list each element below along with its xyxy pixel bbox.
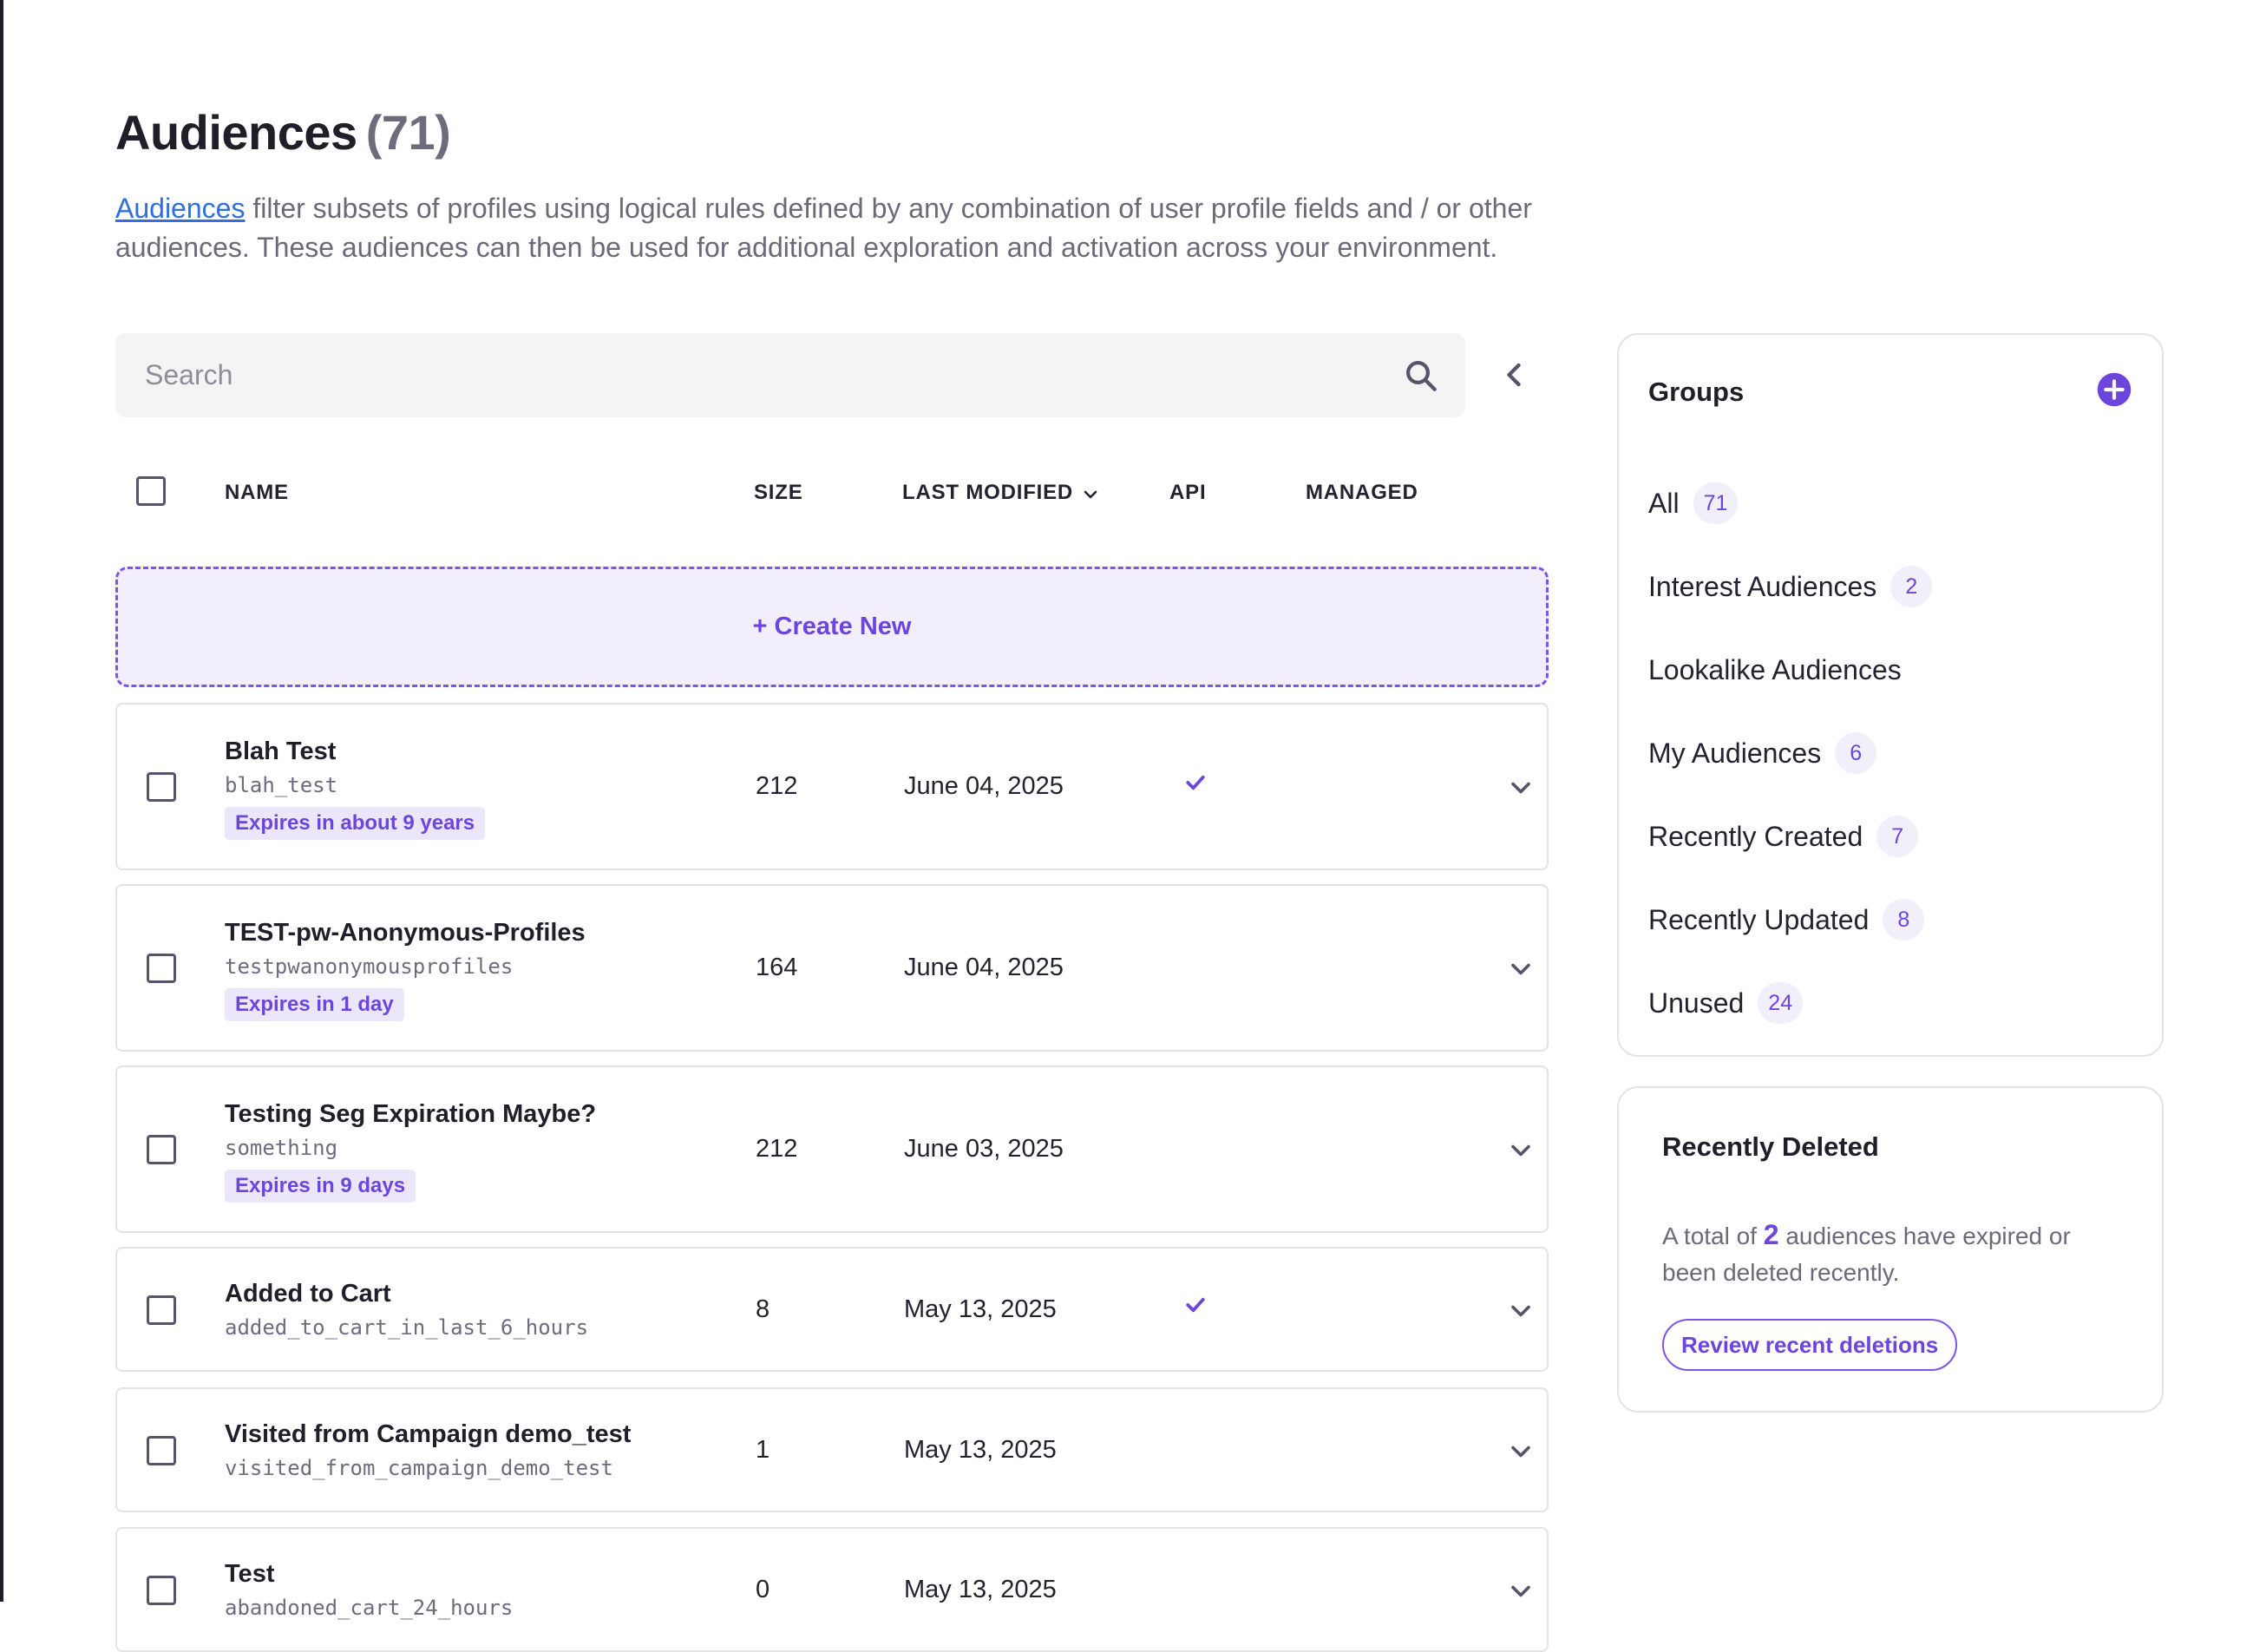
search-placeholder: Search xyxy=(145,359,233,390)
expand-chevron-down-icon[interactable] xyxy=(1505,1135,1536,1166)
expand-chevron-down-icon[interactable] xyxy=(1505,772,1536,803)
page-description: Audiences filter subsets of profiles usi… xyxy=(115,189,1590,267)
group-item-unused[interactable]: Unused 24 xyxy=(1648,982,1804,1024)
sort-chevron-down-icon[interactable] xyxy=(1080,484,1101,505)
column-managed[interactable]: MANAGED xyxy=(1306,481,1418,505)
expand-chevron-down-icon[interactable] xyxy=(1505,1436,1536,1467)
audience-size: 8 xyxy=(756,1295,770,1323)
table-header: NAME SIZE LAST MODIFIED API MANAGED xyxy=(115,469,1549,517)
review-recent-deletions-button[interactable]: Review recent deletions xyxy=(1662,1319,1958,1371)
table-row[interactable]: Added to Cart added_to_cart_in_last_6_ho… xyxy=(115,1247,1549,1372)
expand-chevron-down-icon[interactable] xyxy=(1505,954,1536,985)
recently-deleted-panel: Recently Deleted A total of 2 audiences … xyxy=(1617,1086,2164,1413)
audience-slug: blah_test xyxy=(225,773,338,797)
row-checkbox[interactable] xyxy=(147,954,176,983)
group-count-badge: 7 xyxy=(1876,816,1919,857)
table-row[interactable]: Testing Seg Expiration Maybe? something … xyxy=(115,1065,1549,1233)
audience-slug: visited_from_campaign_demo_test xyxy=(225,1456,613,1480)
group-item-recently-updated[interactable]: Recently Updated 8 xyxy=(1648,899,1925,941)
audience-slug: added_to_cart_in_last_6_hours xyxy=(225,1315,589,1340)
audience-name[interactable]: Visited from Campaign demo_test xyxy=(225,1420,631,1449)
group-count-badge: 71 xyxy=(1693,482,1739,524)
expiration-badge: Expires in 9 days xyxy=(225,1170,416,1203)
api-check-icon xyxy=(1186,1297,1205,1313)
audience-name[interactable]: Added to Cart xyxy=(225,1280,391,1308)
recently-deleted-text: A total of 2 audiences have expired or b… xyxy=(1662,1216,2131,1291)
last-modified-date: May 13, 2025 xyxy=(904,1436,1057,1464)
audience-slug: abandoned_cart_24_hours xyxy=(225,1596,514,1620)
page-title: Audiences (71) xyxy=(115,104,451,161)
group-label: All xyxy=(1648,487,1680,519)
window-edge xyxy=(0,0,3,1602)
column-last-modified[interactable]: LAST MODIFIED xyxy=(902,481,1073,505)
page-title-text: Audiences xyxy=(115,105,357,160)
group-item-all[interactable]: All 71 xyxy=(1648,482,1739,524)
groups-title: Groups xyxy=(1648,377,1745,407)
group-label: My Audiences xyxy=(1648,737,1822,769)
group-item-lookalike-audiences[interactable]: Lookalike Audiences xyxy=(1648,649,1902,691)
expand-chevron-down-icon[interactable] xyxy=(1505,1576,1536,1607)
last-modified-date: May 13, 2025 xyxy=(904,1576,1057,1603)
create-new-label: + Create New xyxy=(752,613,912,640)
table-row[interactable]: Visited from Campaign demo_test visited_… xyxy=(115,1387,1549,1512)
last-modified-date: June 04, 2025 xyxy=(904,954,1064,981)
group-count-badge: 8 xyxy=(1883,899,1925,941)
deleted-text-before: A total of xyxy=(1662,1223,1764,1249)
table-row[interactable]: TEST-pw-Anonymous-Profiles testpwanonymo… xyxy=(115,884,1549,1052)
group-label: Unused xyxy=(1648,987,1745,1019)
row-checkbox[interactable] xyxy=(147,1576,176,1605)
column-size[interactable]: SIZE xyxy=(754,481,803,505)
last-modified-date: June 03, 2025 xyxy=(904,1135,1064,1163)
table-row[interactable]: Test abandoned_cart_24_hours 0 May 13, 2… xyxy=(115,1527,1549,1652)
group-item-interest-audiences[interactable]: Interest Audiences 2 xyxy=(1648,566,1933,607)
audience-count: (71) xyxy=(365,105,451,160)
column-api[interactable]: API xyxy=(1169,481,1206,505)
group-count-badge: 2 xyxy=(1890,566,1933,607)
column-name[interactable]: NAME xyxy=(225,481,289,505)
audience-size: 164 xyxy=(756,954,798,981)
recently-deleted-title: Recently Deleted xyxy=(1662,1131,1879,1162)
group-item-my-audiences[interactable]: My Audiences 6 xyxy=(1648,732,1877,774)
group-item-recently-created[interactable]: Recently Created 7 xyxy=(1648,816,1919,857)
audience-slug: something xyxy=(225,1136,338,1160)
expand-chevron-down-icon[interactable] xyxy=(1505,1295,1536,1327)
audiences-doc-link[interactable]: Audiences xyxy=(115,193,245,224)
group-label: Interest Audiences xyxy=(1648,570,1877,602)
collapse-panel-chevron-left-icon[interactable] xyxy=(1495,356,1533,394)
last-modified-date: May 13, 2025 xyxy=(904,1295,1057,1323)
table-row[interactable]: Blah Test blah_test Expires in about 9 y… xyxy=(115,703,1549,870)
groups-panel: Groups All 71 Interest Audiences 2 Looka… xyxy=(1617,333,2164,1057)
search-icon[interactable] xyxy=(1403,357,1439,394)
description-text: filter subsets of profiles using logical… xyxy=(115,193,1532,263)
audience-size: 212 xyxy=(756,1135,798,1163)
row-checkbox[interactable] xyxy=(147,1295,176,1325)
api-check-icon xyxy=(1186,775,1205,790)
audience-name[interactable]: TEST-pw-Anonymous-Profiles xyxy=(225,919,586,947)
audience-name[interactable]: Blah Test xyxy=(225,738,336,766)
audience-size: 1 xyxy=(756,1436,770,1464)
deleted-count: 2 xyxy=(1763,1219,1779,1250)
row-checkbox[interactable] xyxy=(147,1436,176,1465)
audience-size: 212 xyxy=(756,772,798,800)
group-count-badge: 24 xyxy=(1758,982,1804,1024)
audience-name[interactable]: Test xyxy=(225,1560,274,1589)
group-count-badge: 6 xyxy=(1835,732,1877,774)
expiration-badge: Expires in about 9 years xyxy=(225,807,486,840)
row-checkbox[interactable] xyxy=(147,772,176,802)
group-label: Lookalike Audiences xyxy=(1648,653,1902,685)
expiration-badge: Expires in 1 day xyxy=(225,988,404,1021)
search-input[interactable]: Search xyxy=(115,333,1465,417)
create-new-audience-button[interactable]: + Create New xyxy=(115,567,1549,687)
group-label: Recently Created xyxy=(1648,820,1863,852)
select-all-checkbox[interactable] xyxy=(136,476,166,506)
add-group-plus-icon[interactable] xyxy=(2096,371,2132,408)
audience-size: 0 xyxy=(756,1576,770,1603)
row-checkbox[interactable] xyxy=(147,1135,176,1164)
audience-slug: testpwanonymousprofiles xyxy=(225,954,514,979)
audience-name[interactable]: Testing Seg Expiration Maybe? xyxy=(225,1100,596,1129)
last-modified-date: June 04, 2025 xyxy=(904,772,1064,800)
group-label: Recently Updated xyxy=(1648,903,1870,935)
